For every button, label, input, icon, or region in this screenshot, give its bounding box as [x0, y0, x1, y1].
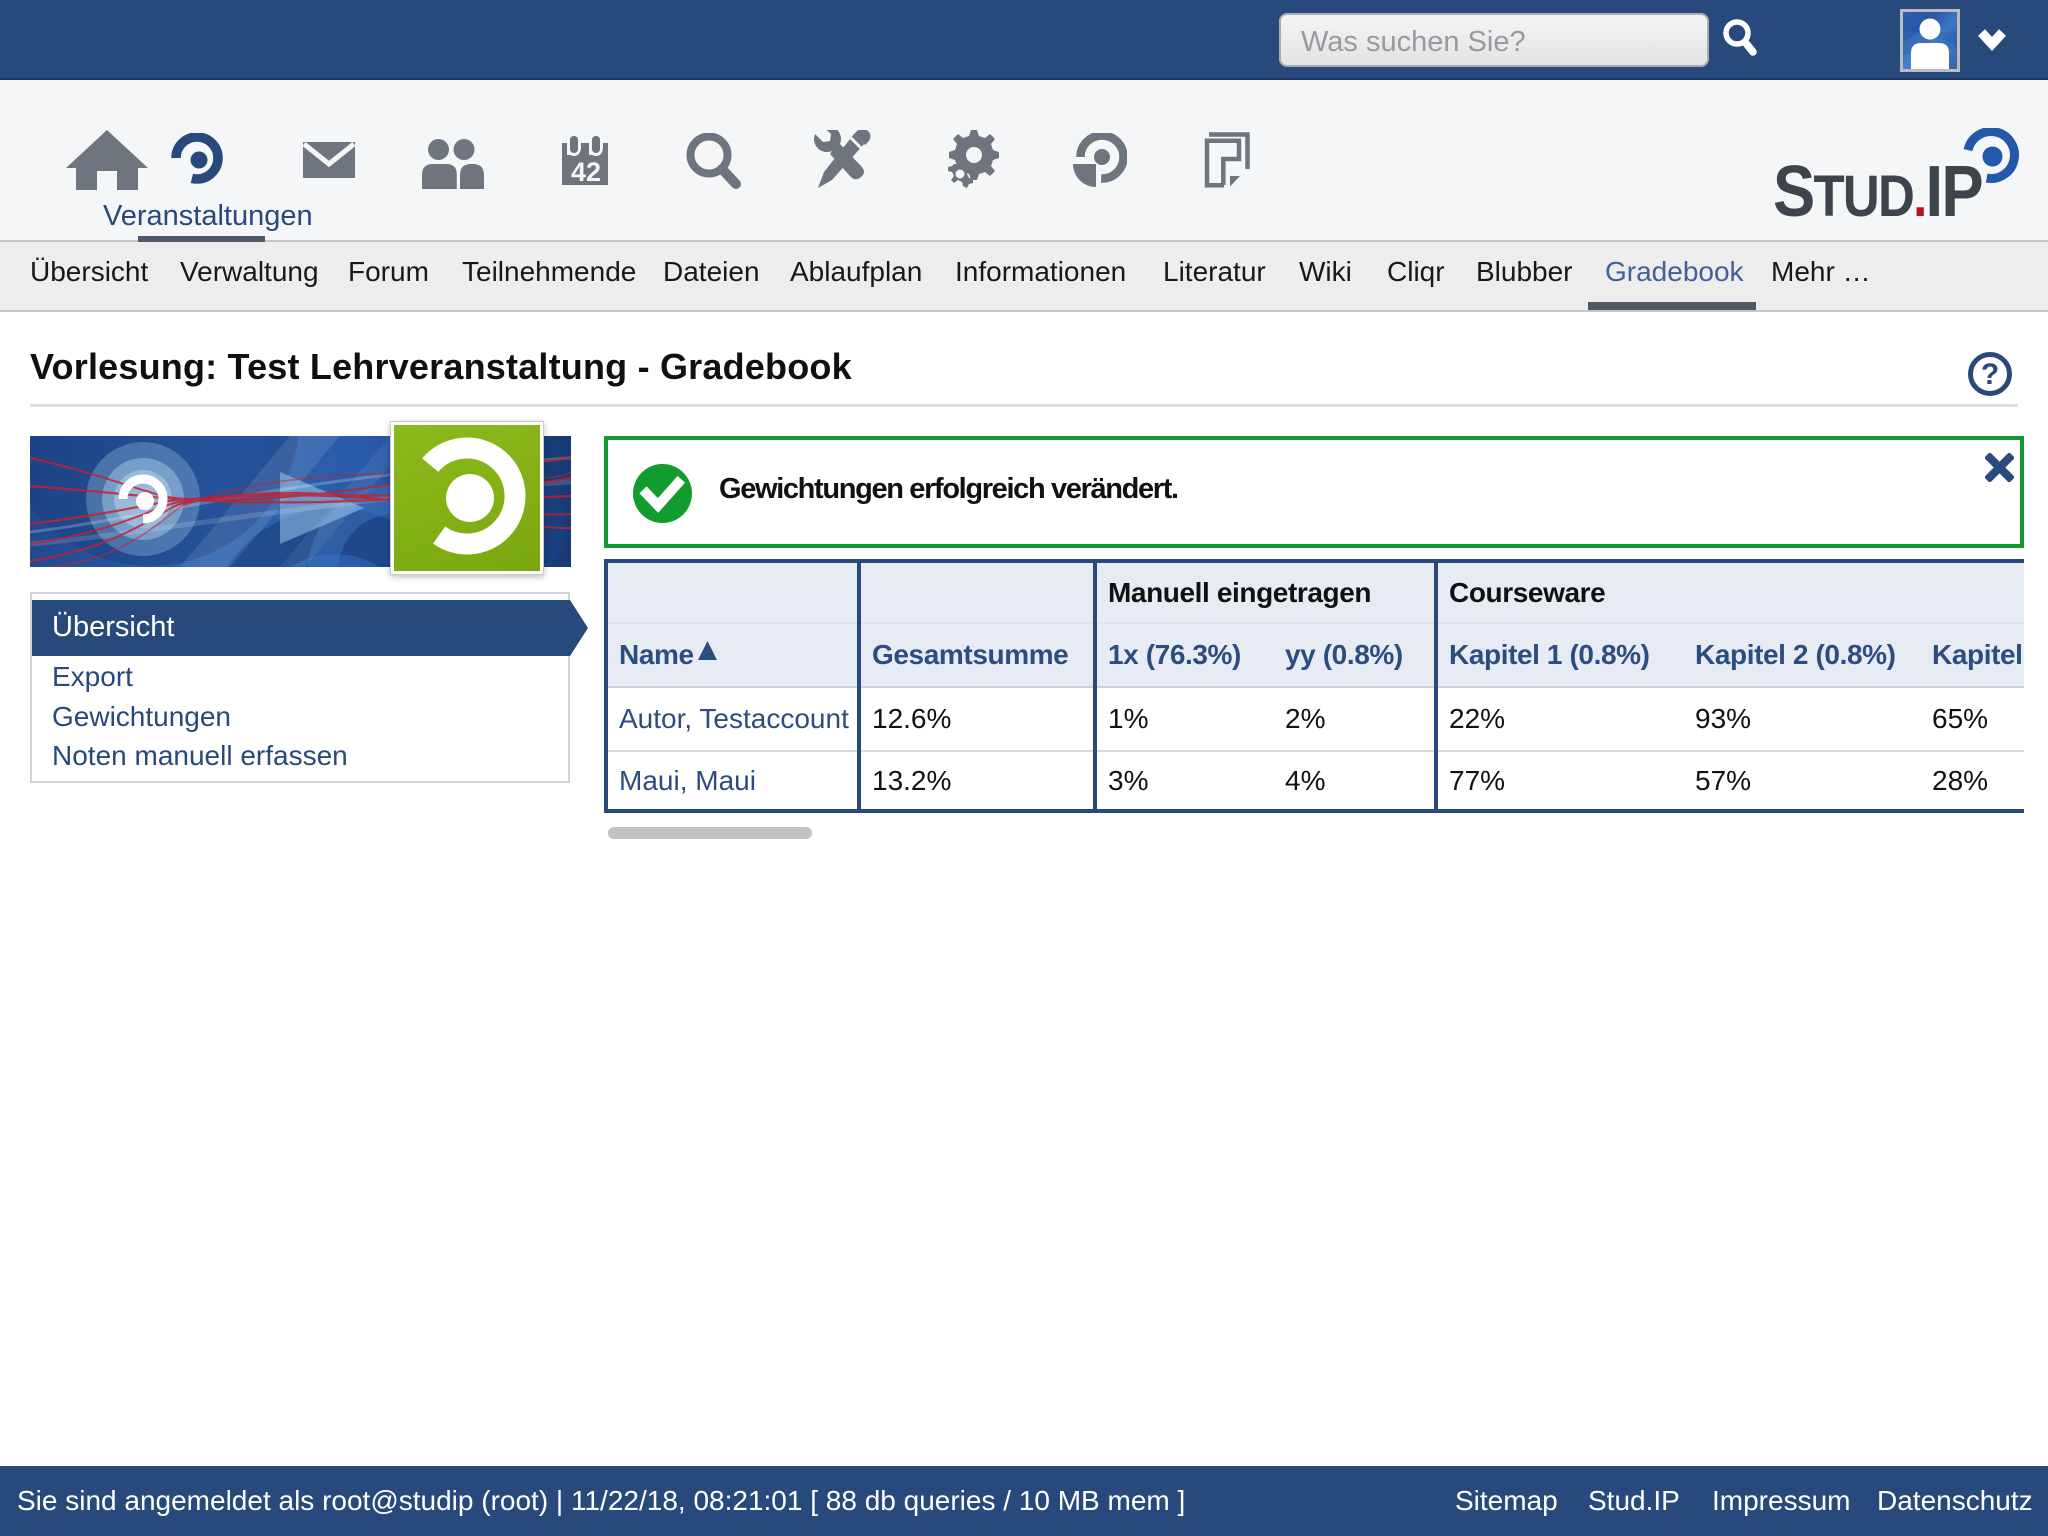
svg-text:?: ? [1981, 358, 1999, 391]
svg-text:42: 42 [571, 157, 601, 185]
